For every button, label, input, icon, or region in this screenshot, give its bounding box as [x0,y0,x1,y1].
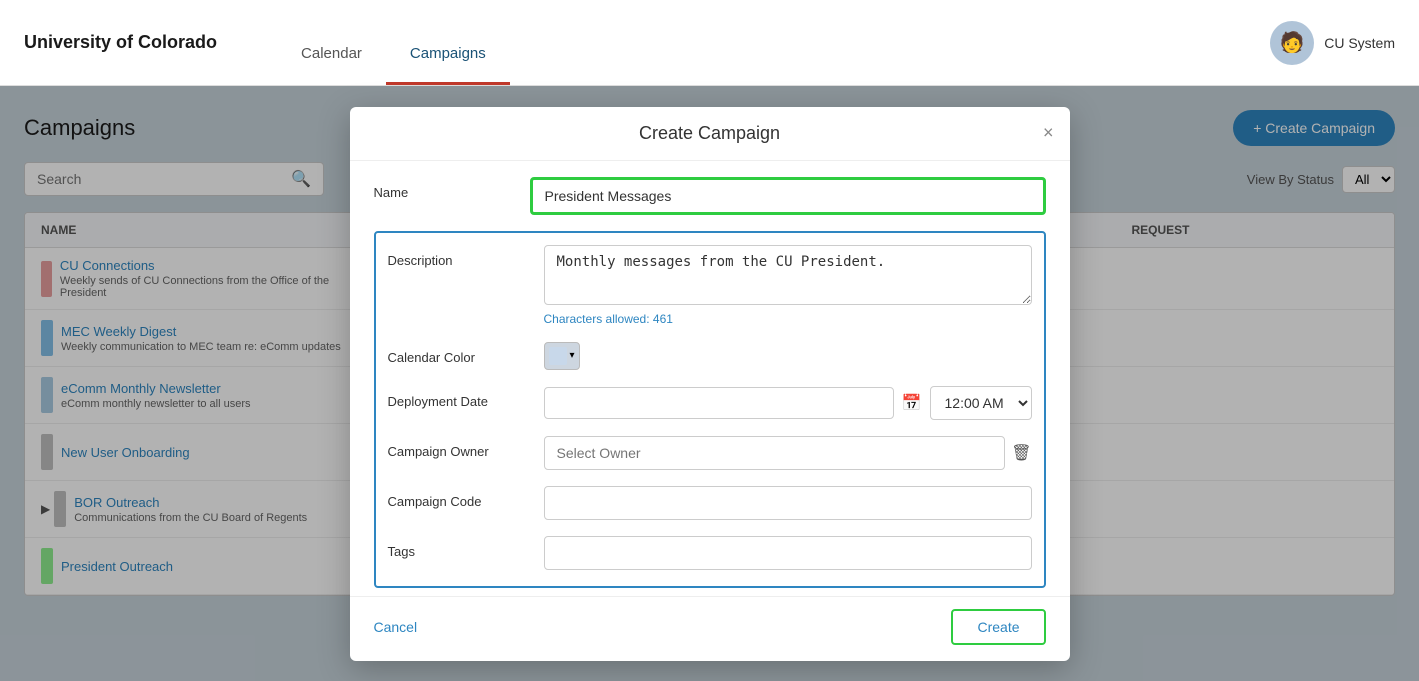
calendar-color-label: Calendar Color [388,342,528,365]
top-nav-right: 🧑 CU System [1270,21,1395,65]
description-field-row: Description Monthly messages from the CU… [388,245,1032,326]
modal-header: Create Campaign × [350,107,1070,161]
chevron-down-icon: ▾ [569,350,574,361]
owner-input-container: 🗑 [544,436,1032,470]
campaign-owner-field-group: Campaign Owner 🗑 [388,436,1032,470]
char-count: Characters allowed: 461 [544,312,1032,326]
modal-footer: Cancel Create [350,596,1070,661]
user-name: CU System [1324,35,1395,51]
create-button[interactable]: Create [951,609,1045,645]
deployment-date-field-group: Deployment Date 📅 12:00 AM 12:30 AM 1:00… [388,386,1032,420]
color-picker-wrap: ▾ [544,342,1032,370]
name-field-group: Name [374,177,1046,215]
create-campaign-modal: Create Campaign × Name [350,107,1070,661]
description-field-group: Description Monthly messages from the CU… [388,245,1032,326]
owner-input[interactable] [544,436,1006,470]
campaign-code-label: Campaign Code [388,486,528,509]
color-picker-button[interactable]: ▾ [544,342,580,370]
name-input[interactable] [530,177,1046,215]
name-field-row: Name [374,177,1046,215]
nav-campaigns[interactable]: Campaigns [386,0,510,85]
name-input-wrap [530,177,1046,215]
calendar-color-field-group: Calendar Color ▾ [388,342,1032,370]
tags-input-wrap [544,536,1032,570]
date-input[interactable] [544,387,894,419]
description-label: Description [388,245,528,268]
cancel-button[interactable]: Cancel [374,611,418,643]
tags-field-group: Tags [388,536,1032,570]
deployment-date-row: Deployment Date 📅 12:00 AM 12:30 AM 1:00… [388,386,1032,420]
description-input-wrap: Monthly messages from the CU President. … [544,245,1032,326]
tags-row: Tags [388,536,1032,570]
time-select[interactable]: 12:00 AM 12:30 AM 1:00 AM [930,386,1032,420]
date-input-wrap: 📅 12:00 AM 12:30 AM 1:00 AM [544,386,1032,420]
modal-body: Name Description Monthly messages from [350,161,1070,596]
avatar: 🧑 [1270,21,1314,65]
logo: University of Colorado [24,32,217,53]
campaign-code-field-group: Campaign Code [388,486,1032,520]
modal-title: Create Campaign [639,123,780,143]
campaign-code-row: Campaign Code [388,486,1032,520]
deployment-date-wrap: 📅 12:00 AM 12:30 AM 1:00 AM [544,386,1032,420]
name-label: Name [374,177,514,200]
nav-links: Calendar Campaigns [277,0,510,85]
campaign-owner-row: Campaign Owner 🗑 [388,436,1032,470]
tags-label: Tags [388,536,528,559]
modal-close-button[interactable]: × [1043,123,1054,144]
calendar-icon[interactable]: 📅 [902,393,922,413]
campaign-code-input-wrap [544,486,1032,520]
nav-calendar[interactable]: Calendar [277,0,386,85]
description-textarea[interactable]: Monthly messages from the CU President. [544,245,1032,305]
calendar-color-row: Calendar Color ▾ [388,342,1032,370]
deployment-date-label: Deployment Date [388,386,528,409]
tags-input[interactable] [544,536,1032,570]
modal-overlay: Create Campaign × Name [0,86,1419,681]
top-nav: University of Colorado Calendar Campaign… [0,0,1419,86]
owner-input-wrap: 🗑 [544,436,1032,470]
campaign-owner-label: Campaign Owner [388,436,528,459]
main-area: Campaigns + Create Campaign 🔍 View By St… [0,86,1419,681]
trash-icon[interactable]: 🗑 [1011,443,1031,463]
color-swatch [549,347,568,365]
blue-section: Description Monthly messages from the CU… [374,231,1046,588]
campaign-code-input[interactable] [544,486,1032,520]
